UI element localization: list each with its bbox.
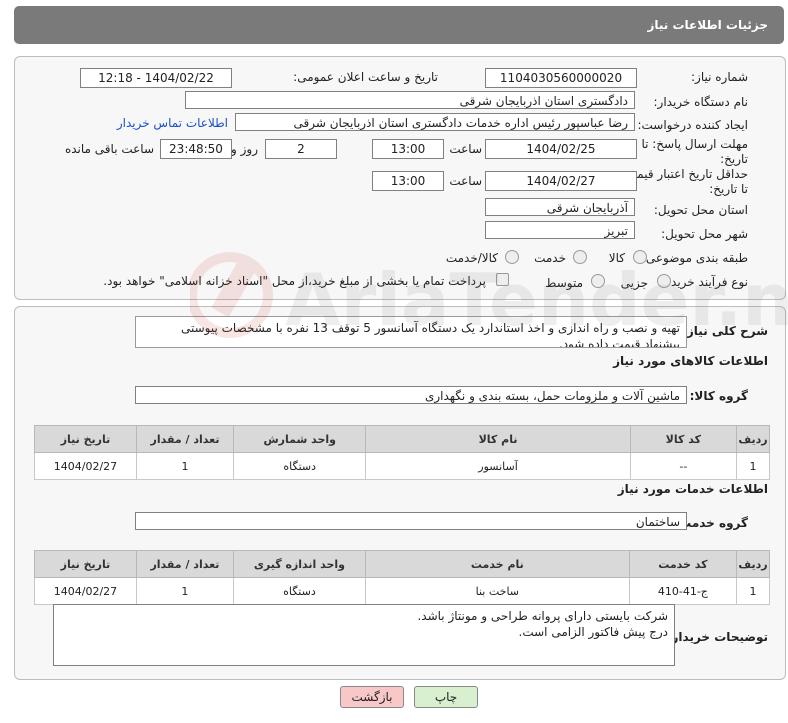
- deadline-date-field: 1404/02/25: [485, 139, 637, 159]
- buyer-org-field: دادگستری استان اذربایجان شرقی: [185, 91, 635, 109]
- services-section-title: اطلاعات خدمات مورد نیاز: [617, 482, 768, 496]
- category-goods-service-label: کالا/خدمت: [445, 251, 498, 265]
- province-label: استان محل تحویل:: [653, 203, 748, 217]
- category-goods-label: کالا: [608, 251, 625, 265]
- col-unit: واحد شمارش: [233, 425, 367, 453]
- goods-table: ردیف کد کالا نام کالا واحد شمارش تعداد /…: [34, 425, 770, 480]
- announce-label: تاریخ و ساعت اعلان عمومی:: [293, 70, 438, 84]
- deadline-label: مهلت ارسال پاسخ: تا تاریخ:: [641, 137, 748, 166]
- col-need-date: تاریخ نیاز: [34, 550, 137, 578]
- col-quantity: تعداد / مقدار: [135, 550, 234, 578]
- validity-time-field: 13:00: [372, 171, 444, 191]
- days-label: روز و: [231, 142, 258, 156]
- col-row: ردیف: [736, 425, 770, 453]
- cell-need-date: 1404/02/27: [34, 452, 137, 480]
- city-field: تبریز: [485, 221, 635, 239]
- need-number-field: 1104030560000020: [485, 68, 637, 88]
- creator-label: ایجاد کننده درخواست:: [637, 118, 748, 132]
- buyer-org-label: نام دستگاه خریدار:: [653, 95, 749, 109]
- col-service-code: کد خدمت: [628, 550, 738, 578]
- cell-row: 1: [736, 577, 770, 605]
- services-group-field: ساختمان: [135, 512, 687, 530]
- category-goods-radio[interactable]: [633, 250, 647, 264]
- col-goods-name: نام کالا: [365, 425, 631, 453]
- process-minor-radio[interactable]: [657, 274, 671, 288]
- category-service-radio[interactable]: [573, 250, 587, 264]
- description-text: تهیه و نصب و راه اندازی و اخذ استاندارد …: [135, 316, 687, 348]
- cell-goods-code: --: [629, 452, 738, 480]
- remaining-time-field: 23:48:50: [160, 139, 232, 159]
- buyer-notes-label: توضیحات خریدار:: [666, 630, 768, 644]
- goods-group-field: ماشین آلات و ملزومات حمل، بسته بندی و نگ…: [135, 386, 687, 404]
- description-label: شرح کلی نیاز:: [682, 324, 768, 338]
- goods-table-header: ردیف کد کالا نام کالا واحد شمارش تعداد /…: [34, 425, 770, 453]
- col-goods-code: کد کالا: [629, 425, 738, 453]
- days-field: 2: [265, 139, 337, 159]
- province-field: آذربایجان شرقی: [485, 198, 635, 216]
- cell-service-code: ج-41-410: [628, 577, 738, 605]
- col-measure-unit: واحد اندازه گیری: [232, 550, 366, 578]
- creator-field: رضا عباسپور رئیس اداره خدمات دادگستری اس…: [235, 113, 635, 131]
- validity-label: حداقل تاریخ اعتبار قیمت: تا تاریخ:: [621, 167, 748, 196]
- page-title: جزئیات اطلاعات نیاز: [647, 18, 768, 32]
- table-row: 1 -- آسانسور دستگاه 1 1404/02/27: [34, 452, 770, 480]
- cell-need-date: 1404/02/27: [34, 577, 137, 605]
- payment-note: پرداخت تمام یا بخشی از مبلغ خرید،از محل …: [103, 274, 486, 288]
- services-table-header: ردیف کد خدمت نام خدمت واحد اندازه گیری ت…: [34, 550, 770, 578]
- buyer-notes-text: شرکت بایستی دارای پروانه طراحی و مونتاژ …: [53, 604, 675, 666]
- process-medium-radio[interactable]: [591, 274, 605, 288]
- deadline-time-field: 13:00: [372, 139, 444, 159]
- deadline-time-label: ساعت: [449, 142, 482, 156]
- remaining-label: ساعت باقی مانده: [64, 142, 154, 156]
- col-need-date: تاریخ نیاز: [34, 425, 137, 453]
- category-goods-service-radio[interactable]: [505, 250, 519, 264]
- announce-field: 1404/02/22 - 12:18: [80, 68, 232, 88]
- validity-date-field: 1404/02/27: [485, 171, 637, 191]
- category-label: طبقه بندی موضوعی:: [641, 251, 748, 265]
- col-quantity: تعداد / مقدار: [135, 425, 235, 453]
- col-row: ردیف: [736, 550, 770, 578]
- validity-time-label: ساعت: [449, 174, 482, 188]
- process-minor-label: جزیی: [620, 276, 648, 290]
- process-label: نوع فرآیند خرید :: [663, 275, 748, 289]
- buyer-notes-line-2: درج پیش فاکتور الزامی است.: [518, 625, 668, 639]
- process-medium-label: متوسط: [545, 276, 583, 290]
- services-table: ردیف کد خدمت نام خدمت واحد اندازه گیری ت…: [34, 550, 770, 605]
- cell-quantity: 1: [135, 577, 234, 605]
- category-service-label: خدمت: [534, 251, 566, 265]
- goods-group-label: گروه کالا:: [689, 389, 748, 403]
- cell-goods-name: آسانسور: [365, 452, 631, 480]
- col-service-name: نام خدمت: [364, 550, 630, 578]
- cell-measure-unit: دستگاه: [232, 577, 366, 605]
- cell-service-name: ساخت بنا: [364, 577, 630, 605]
- treasury-payment-checkbox[interactable]: [496, 273, 509, 286]
- cell-unit: دستگاه: [233, 452, 367, 480]
- need-number-label: شماره نیاز:: [691, 70, 748, 84]
- goods-section-title: اطلاعات کالاهای مورد نیاز: [613, 354, 768, 368]
- contact-buyer-link[interactable]: اطلاعات تماس خریدار: [117, 116, 228, 130]
- buyer-notes-line-1: شرکت بایستی دارای پروانه طراحی و مونتاژ …: [417, 609, 668, 623]
- page-header: جزئیات اطلاعات نیاز: [14, 6, 784, 44]
- city-label: شهر محل تحویل:: [661, 227, 748, 241]
- table-row: 1 ج-41-410 ساخت بنا دستگاه 1 1404/02/27: [34, 577, 770, 605]
- print-button[interactable]: چاپ: [414, 686, 478, 708]
- cell-quantity: 1: [135, 452, 235, 480]
- cell-row: 1: [736, 452, 770, 480]
- back-button[interactable]: بازگشت: [340, 686, 404, 708]
